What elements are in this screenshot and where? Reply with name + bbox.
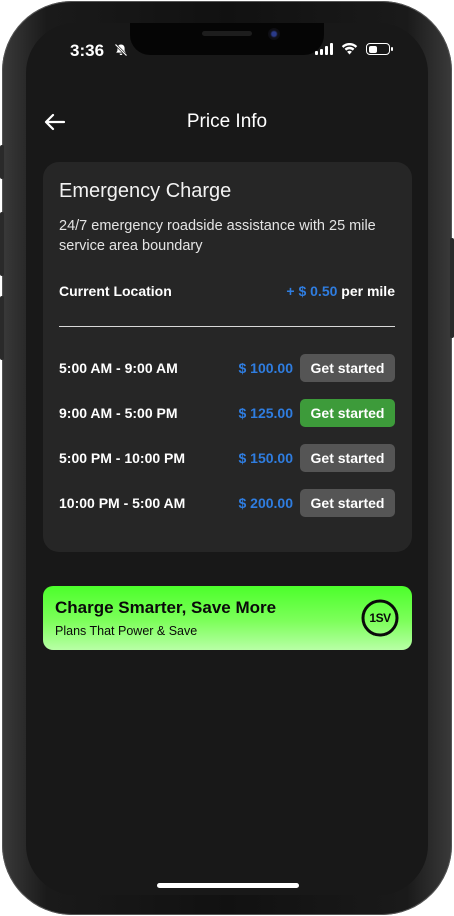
page-title: Price Info xyxy=(186,111,268,132)
slot-price: $ 150.00 xyxy=(238,450,294,466)
promo-title: Charge Smarter, Save More xyxy=(55,598,277,617)
location-price: + $ 0.50 per mile xyxy=(286,283,395,299)
time-slot-row: 5:00 PM - 10:00 PM $ 150.00 Get started xyxy=(59,444,395,472)
slot-time: 10:00 PM - 5:00 AM xyxy=(59,495,186,511)
get-started-button[interactable]: Get started xyxy=(300,354,395,382)
emergency-charge-card: Emergency Charge 24/7 emergency roadside… xyxy=(43,162,412,552)
cellular-signal-icon xyxy=(315,43,333,55)
get-started-button[interactable]: Get started xyxy=(300,489,395,517)
promo-subtitle: Plans That Power & Save xyxy=(55,624,198,638)
logo-text: 1SV xyxy=(369,611,391,625)
get-started-button[interactable]: Get started xyxy=(300,444,395,472)
mute-switch xyxy=(0,145,4,179)
notch xyxy=(130,23,324,55)
status-icons xyxy=(315,43,393,55)
bell-slash-icon xyxy=(114,43,128,57)
time-slot-row: 5:00 AM - 9:00 AM $ 100.00 Get started xyxy=(59,354,395,382)
location-price-amount: + $ 0.50 xyxy=(286,283,338,299)
get-started-button[interactable]: Get started xyxy=(300,399,395,427)
status-time: 3:36 xyxy=(70,41,105,60)
battery-icon xyxy=(366,43,393,55)
card-description: 24/7 emergency roadside assistance with … xyxy=(59,218,376,254)
app-screen: 3:36 Price Info Emergency Charge 24/7 em… xyxy=(26,23,428,895)
brand-logo-icon: 1SV xyxy=(360,598,400,638)
page-header: Price Info xyxy=(26,105,428,141)
volume-up-button xyxy=(0,212,4,276)
divider xyxy=(59,326,395,327)
card-title: Emergency Charge xyxy=(59,180,232,202)
wifi-icon xyxy=(341,43,358,55)
current-location-label: Current Location xyxy=(59,283,172,299)
power-button xyxy=(450,238,454,338)
home-indicator[interactable] xyxy=(157,883,299,888)
slot-price: $ 200.00 xyxy=(238,495,294,511)
location-price-unit: per mile xyxy=(341,283,395,299)
time-slot-row: 9:00 AM - 5:00 PM $ 125.00 Get started xyxy=(59,399,395,427)
promo-banner[interactable]: Charge Smarter, Save More Plans That Pow… xyxy=(43,586,412,650)
slot-time: 5:00 PM - 10:00 PM xyxy=(59,450,186,466)
camera-icon xyxy=(268,28,280,40)
volume-down-button xyxy=(0,296,4,360)
slot-price: $ 125.00 xyxy=(238,405,294,421)
slot-time: 9:00 AM - 5:00 PM xyxy=(59,405,178,421)
time-slot-row: 10:00 PM - 5:00 AM $ 200.00 Get started xyxy=(59,489,395,517)
slot-time: 5:00 AM - 9:00 AM xyxy=(59,360,178,376)
speaker-grille xyxy=(202,31,252,36)
slot-price: $ 100.00 xyxy=(238,360,294,376)
